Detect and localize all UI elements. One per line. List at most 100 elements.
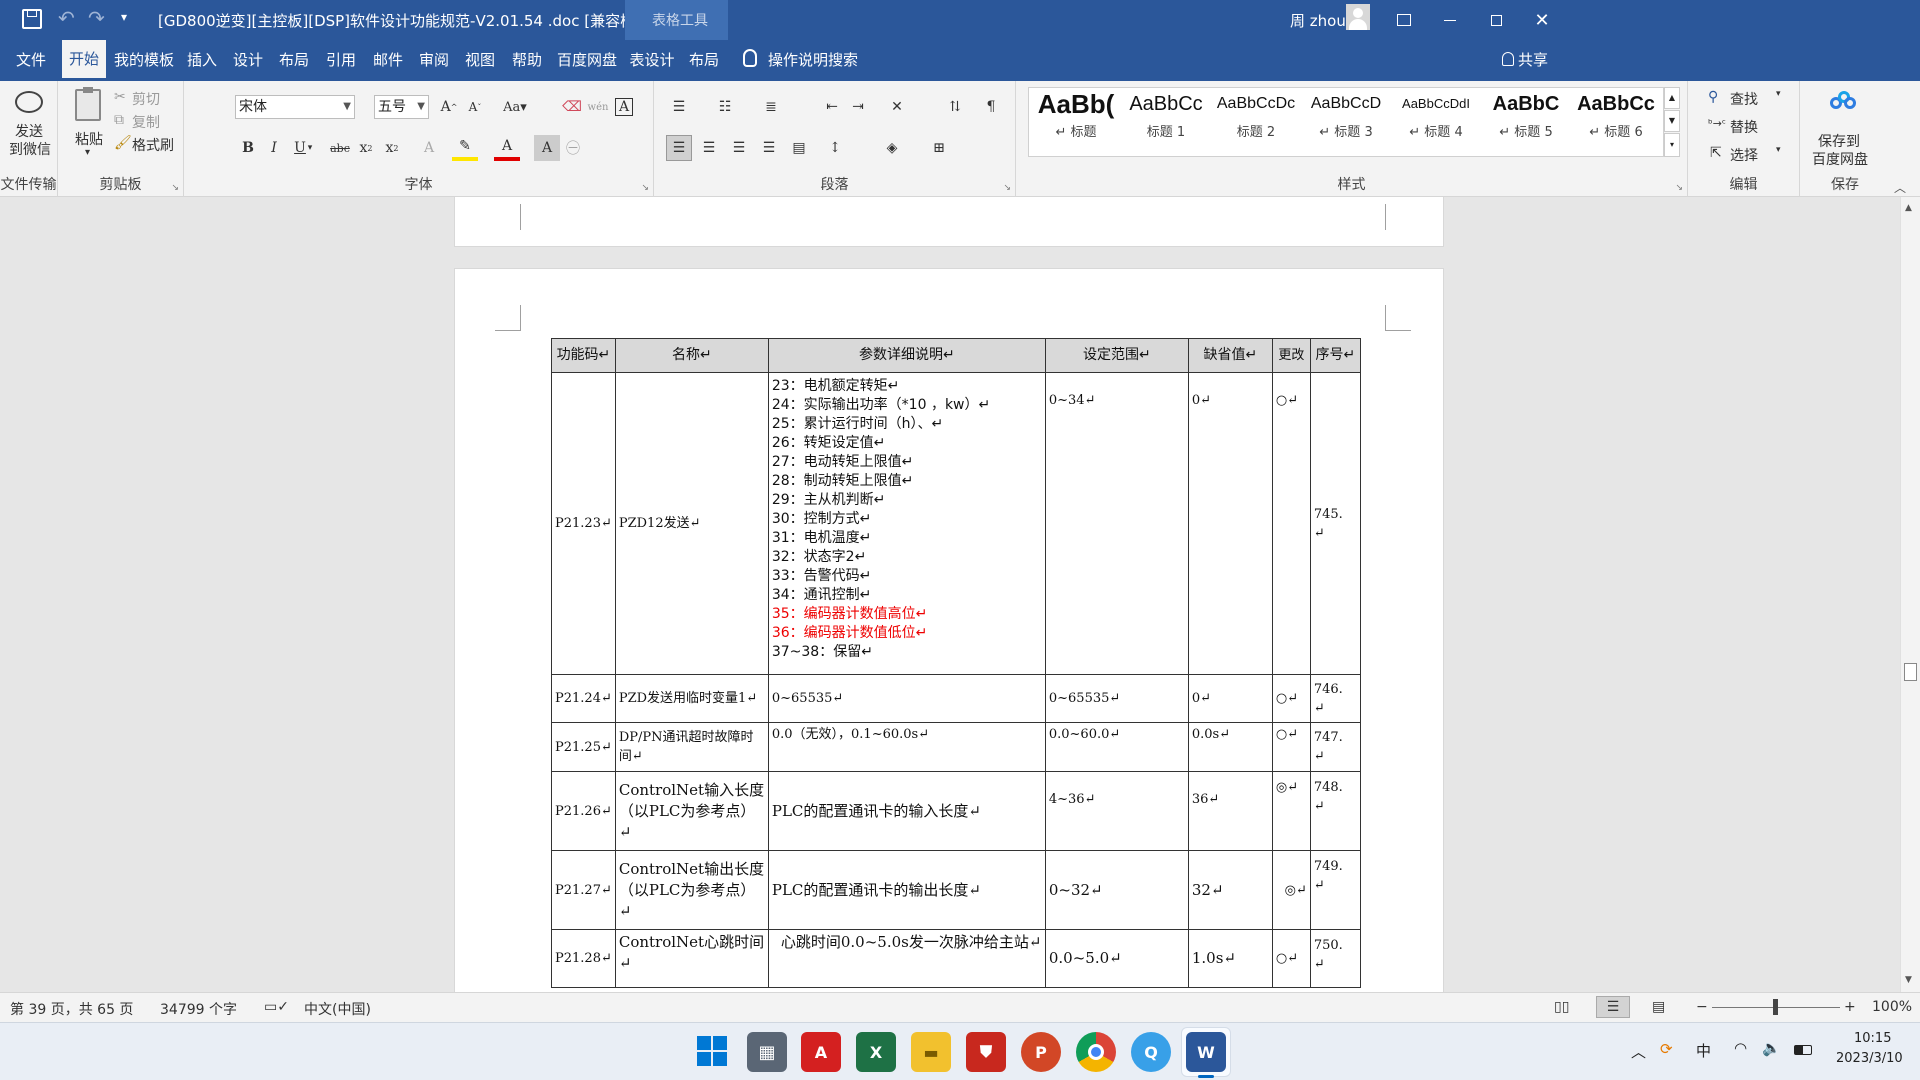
- subscript-icon[interactable]: x2: [353, 135, 379, 161]
- distributed-icon[interactable]: ▤: [786, 135, 812, 161]
- cell-change[interactable]: ◎↵: [1271, 771, 1311, 851]
- header-default[interactable]: 缺省值↵: [1187, 338, 1273, 373]
- save-to-baidu-label-1[interactable]: 保存到: [1818, 131, 1860, 151]
- collapse-ribbon-icon[interactable]: ︿: [1894, 179, 1906, 196]
- cell-change[interactable]: ◎↵: [1271, 850, 1311, 930]
- header-name[interactable]: 名称↵: [614, 338, 769, 373]
- tab-mailings[interactable]: 邮件: [370, 40, 406, 81]
- save-to-baidu-label-2[interactable]: 百度网盘: [1812, 149, 1868, 169]
- decrease-indent-icon[interactable]: ⇤: [819, 94, 845, 120]
- cell-name[interactable]: ControlNet心跳时间↵: [614, 929, 769, 988]
- volume-icon[interactable]: 🔈: [1762, 1039, 1781, 1057]
- cell-default[interactable]: 0.0s↵: [1187, 722, 1273, 772]
- search-chat-icon[interactable]: Q: [1131, 1032, 1171, 1072]
- style-heading-2[interactable]: AaBbCcDc 标题 2: [1212, 87, 1300, 147]
- cell-default[interactable]: 0↵: [1187, 372, 1273, 675]
- cell-default[interactable]: 36↵: [1187, 771, 1273, 851]
- read-mode-icon[interactable]: ▯▯: [1554, 999, 1569, 1015]
- parameter-table[interactable]: 功能码↵ 名称↵ 参数详细说明↵ 设定范围↵ 缺省值↵ 更改 序号↵ P21.2…: [551, 338, 1361, 988]
- cell-default[interactable]: 0↵: [1187, 674, 1273, 723]
- tray-overflow-icon[interactable]: ︿: [1631, 1041, 1646, 1062]
- tab-home[interactable]: 开始: [62, 40, 106, 81]
- wechat-icon[interactable]: [15, 91, 43, 113]
- bold-icon[interactable]: B: [235, 135, 261, 161]
- change-case-icon[interactable]: Aa▾: [502, 94, 528, 120]
- word-count[interactable]: 34799 个字: [160, 999, 237, 1019]
- clock-date[interactable]: 2023/3/10: [1836, 1051, 1903, 1066]
- styles-launcher-icon[interactable]: ↘: [1675, 183, 1683, 193]
- borders-icon[interactable]: ⊞: [926, 135, 952, 161]
- multilevel-list-icon[interactable]: ≣: [758, 94, 784, 120]
- cell-description[interactable]: 23：电机额定转矩↵ 24：实际输出功率（*10 ，kw）↵ 25：累计运行时间…: [767, 372, 1046, 675]
- justify-icon[interactable]: ☰: [756, 135, 782, 161]
- style-heading-5[interactable]: AaBbC ↵ 标题 5: [1482, 87, 1570, 147]
- style-heading-1[interactable]: AaBbCc 标题 1: [1122, 87, 1210, 147]
- zoom-in-icon[interactable]: +: [1844, 999, 1856, 1015]
- cell-description[interactable]: PLC的配置通讯卡的输入长度↵: [767, 771, 1046, 851]
- battery-icon[interactable]: [1794, 1045, 1812, 1055]
- cell-seq[interactable]: 745. ↵: [1309, 372, 1361, 675]
- character-border-icon[interactable]: A: [611, 94, 637, 120]
- cell-code[interactable]: P21.27↵: [551, 850, 616, 930]
- sync-icon[interactable]: ⟳: [1660, 1040, 1673, 1058]
- page-count[interactable]: 第 39 页，共 65 页: [10, 999, 133, 1019]
- select-button[interactable]: 选择: [1730, 145, 1758, 165]
- excel-icon[interactable]: X: [856, 1032, 896, 1072]
- document-area[interactable]: 功能码↵ 名称↵ 参数详细说明↵ 设定范围↵ 缺省值↵ 更改 序号↵ P21.2…: [0, 197, 1900, 992]
- style-heading-3[interactable]: AaBbCcD ↵ 标题 3: [1302, 87, 1390, 147]
- numbering-icon[interactable]: ☷: [712, 94, 738, 120]
- proofing-icon[interactable]: ▭✓: [264, 999, 289, 1015]
- line-spacing-icon[interactable]: ↕: [822, 135, 848, 161]
- zoom-level[interactable]: 100%: [1872, 999, 1912, 1015]
- cell-code[interactable]: P21.24↵: [551, 674, 616, 723]
- share-icon[interactable]: [1502, 52, 1514, 66]
- cell-code[interactable]: P21.26↵: [551, 771, 616, 851]
- paragraph-launcher-icon[interactable]: ↘: [1003, 183, 1011, 193]
- cell-range[interactable]: 0~34↵: [1044, 372, 1189, 675]
- cut-button[interactable]: 剪切: [132, 89, 160, 109]
- tab-references[interactable]: 引用: [323, 40, 359, 81]
- customize-qat-icon[interactable]: ▾: [121, 10, 127, 24]
- cell-range[interactable]: 4~36↵: [1044, 771, 1189, 851]
- cell-name[interactable]: DP/PN通讯超时故障时间↵: [614, 722, 769, 772]
- calculator-icon[interactable]: ▦: [747, 1032, 787, 1072]
- paste-button[interactable]: 粘贴: [75, 129, 103, 149]
- find-dropdown-icon[interactable]: ▾: [1776, 89, 1781, 99]
- restore-button[interactable]: [1473, 0, 1519, 40]
- align-left-icon[interactable]: ☰: [666, 135, 692, 161]
- scroll-up-icon[interactable]: ▲: [1905, 203, 1912, 213]
- powerpoint-icon[interactable]: P: [1021, 1032, 1061, 1072]
- cell-code[interactable]: P21.28↵: [551, 929, 616, 988]
- align-center-icon[interactable]: ☰: [696, 135, 722, 161]
- select-dropdown-icon[interactable]: ▾: [1776, 145, 1781, 155]
- cell-seq[interactable]: 750. ↵: [1309, 929, 1361, 988]
- superscript-icon[interactable]: x2: [379, 135, 405, 161]
- pdf-reader-icon[interactable]: A: [801, 1032, 841, 1072]
- avatar[interactable]: [1346, 4, 1370, 30]
- highlight-icon[interactable]: ✎: [452, 135, 478, 161]
- font-launcher-icon[interactable]: ↘: [641, 183, 649, 193]
- cell-name[interactable]: ControlNet输出长度（以PLC为参考点）↵: [614, 850, 769, 930]
- paste-icon[interactable]: [75, 87, 101, 121]
- find-button[interactable]: 查找: [1730, 89, 1758, 109]
- minimize-button[interactable]: [1427, 0, 1473, 40]
- font-size-combo[interactable]: 五号 ▼: [374, 95, 429, 119]
- clock-time[interactable]: 10:15: [1854, 1031, 1891, 1046]
- ime-indicator[interactable]: 中: [1696, 1040, 1711, 1061]
- font-color-icon[interactable]: A: [494, 135, 520, 161]
- web-layout-icon[interactable]: ▤: [1652, 999, 1665, 1015]
- header-function-code[interactable]: 功能码↵: [551, 338, 616, 373]
- paste-dropdown-icon[interactable]: ▾: [85, 147, 90, 158]
- shading-icon[interactable]: ◈: [879, 135, 905, 161]
- cell-code[interactable]: P21.23↵: [551, 372, 616, 675]
- enclose-characters-icon[interactable]: ㊀: [560, 135, 586, 161]
- cell-range[interactable]: 0~65535↵: [1044, 674, 1189, 723]
- cell-range[interactable]: 0~32↵: [1044, 850, 1189, 930]
- share-button[interactable]: 共享: [1518, 40, 1548, 81]
- tab-table-design[interactable]: 表设计: [628, 40, 676, 81]
- cell-seq[interactable]: 746. ↵: [1309, 674, 1361, 723]
- tab-layout[interactable]: 布局: [276, 40, 312, 81]
- scroll-down-icon[interactable]: ▼: [1905, 975, 1912, 985]
- file-explorer-icon[interactable]: ▬: [911, 1032, 951, 1072]
- cell-change[interactable]: ○↵: [1271, 722, 1311, 772]
